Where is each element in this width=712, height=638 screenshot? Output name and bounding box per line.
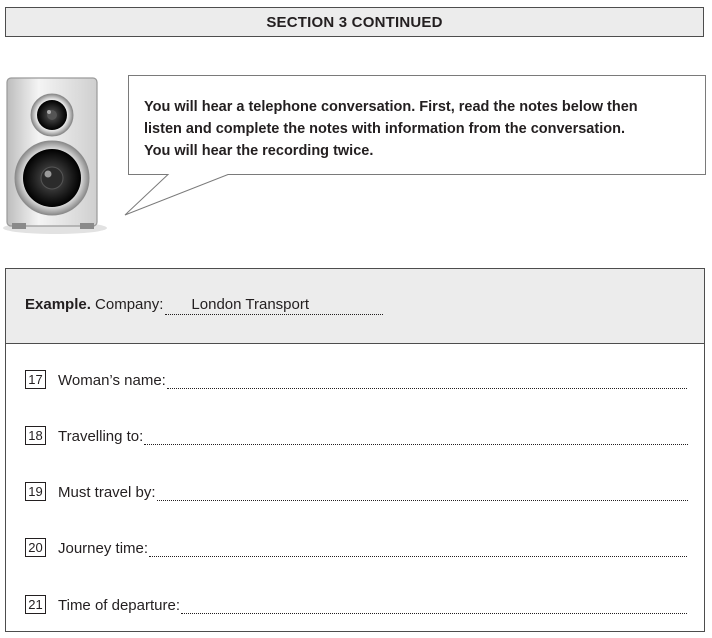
question-number: 17 (25, 370, 46, 389)
question-number: 18 (25, 426, 46, 445)
question-20: 20 Journey time: (25, 535, 687, 557)
instructions-line: You will hear the recording twice. (144, 143, 374, 159)
section-title: SECTION 3 CONTINUED (266, 13, 443, 31)
question-number: 21 (25, 595, 46, 614)
question-19: 19 Must travel by: (25, 479, 688, 501)
question-label: Must travel by: (58, 484, 156, 501)
question-label: Time of departure: (58, 597, 180, 614)
speaker-icon (0, 70, 120, 240)
question-label: Journey time: (58, 540, 149, 557)
example-text: Example. Company: London Transport (25, 296, 384, 315)
question-17: 17 Woman’s name: (25, 367, 687, 389)
question-number: 20 (25, 538, 46, 557)
section-header: SECTION 3 CONTINUED (5, 7, 704, 37)
question-label: Woman’s name: (58, 372, 166, 389)
instructions-line: You will hear a telephone conversation. … (144, 99, 638, 115)
answer-line-18[interactable] (144, 428, 688, 445)
example-label: Company: (95, 296, 164, 313)
answer-line-17[interactable] (166, 372, 687, 389)
question-label: Travelling to: (58, 428, 144, 445)
question-18: 18 Travelling to: (25, 423, 688, 445)
question-21: 21 Time of departure: (25, 592, 687, 614)
example-prefix: Example. (25, 296, 91, 313)
answer-line-21[interactable] (181, 597, 687, 614)
instructions-line: listen and complete the notes with infor… (144, 121, 625, 137)
instructions-text: You will hear a telephone conversation. … (144, 96, 704, 162)
example-answer: London Transport (165, 296, 384, 315)
notes-form: Example. Company: London Transport 17 Wom… (5, 268, 705, 632)
example-row: Example. Company: London Transport (6, 269, 704, 344)
answer-line-19[interactable] (156, 484, 688, 501)
answer-line-20[interactable] (149, 540, 687, 557)
question-number: 19 (25, 482, 46, 501)
